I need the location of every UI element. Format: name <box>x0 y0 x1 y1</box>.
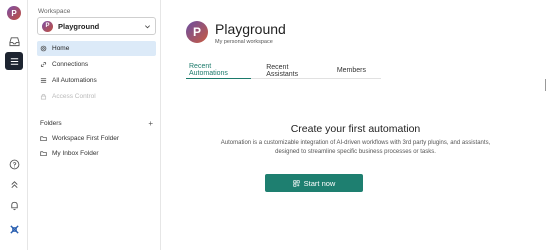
user-avatar[interactable]: P <box>7 6 21 20</box>
bell-icon[interactable] <box>5 196 23 214</box>
gear-icon <box>40 45 47 52</box>
folders-label: Folders <box>40 119 62 127</box>
tab-recent-automations[interactable]: Recent Automations <box>186 62 252 79</box>
sidebar-item-connections[interactable]: Connections <box>37 57 156 72</box>
help-icon[interactable] <box>5 155 23 173</box>
sidebar-item-label: Access Control <box>52 93 96 100</box>
start-now-label: Start now <box>303 178 336 188</box>
sidebar-item-label: Connections <box>52 61 89 68</box>
tab-bar: Recent Automations Recent Assistants Mem… <box>186 62 381 79</box>
folders-header: Folders + <box>37 118 156 128</box>
workspace-avatar: P <box>42 20 53 32</box>
scrollbar[interactable] <box>545 79 546 91</box>
folder-label: Workspace First Folder <box>52 134 120 142</box>
page-title: Playground <box>215 21 286 37</box>
sidebar-nav: Home Connections All Automations Access … <box>37 41 156 105</box>
list-icon[interactable] <box>5 52 23 70</box>
sidebar: Workspace P Playground Home Connections … <box>28 0 161 250</box>
list-icon <box>40 78 47 83</box>
empty-state-description: Automation is a customizable integration… <box>186 139 525 156</box>
folder-list: Workspace First Folder My Inbox Folder <box>37 131 156 161</box>
empty-state-line: designed to streamline specific business… <box>275 148 436 155</box>
add-folder-button[interactable]: + <box>148 119 156 128</box>
left-rail: P <box>0 0 28 250</box>
sidebar-item-label: All Automations <box>52 77 97 84</box>
folder-label: My Inbox Folder <box>52 149 99 157</box>
tab-recent-assistants[interactable]: Recent Assistants <box>263 62 322 79</box>
main-content: P Playground My personal workspace Recen… <box>161 0 550 250</box>
folder-icon <box>40 135 47 141</box>
empty-state-line: Automation is a customizable integration… <box>220 140 491 146</box>
tab-members[interactable]: Members <box>334 62 369 79</box>
sidebar-item-home[interactable]: Home <box>37 41 156 56</box>
start-now-button[interactable]: Start now <box>265 174 363 192</box>
sidebar-item-all-automations[interactable]: All Automations <box>37 73 156 88</box>
workspace-label: Workspace <box>38 8 71 15</box>
lock-icon <box>40 93 47 100</box>
logo-icon[interactable] <box>5 220 23 238</box>
sidebar-item-access-control: Access Control <box>37 89 156 104</box>
empty-state-title: Create your first automation <box>290 123 421 135</box>
link-icon <box>40 61 47 68</box>
page-subtitle: My personal workspace <box>215 39 273 45</box>
folder-item[interactable]: My Inbox Folder <box>37 146 156 160</box>
workspace-avatar-large: P <box>186 21 208 43</box>
chevron-down-icon <box>145 24 150 28</box>
workspace-select[interactable]: P Playground <box>37 17 156 35</box>
grid-icon <box>293 179 300 187</box>
chevrons-up-icon[interactable] <box>5 175 23 193</box>
inbox-icon[interactable] <box>5 32 23 50</box>
folder-icon <box>40 150 47 156</box>
sidebar-item-label: Home <box>52 45 70 52</box>
workspace-name: Playground <box>58 21 100 31</box>
folder-item[interactable]: Workspace First Folder <box>37 131 156 145</box>
